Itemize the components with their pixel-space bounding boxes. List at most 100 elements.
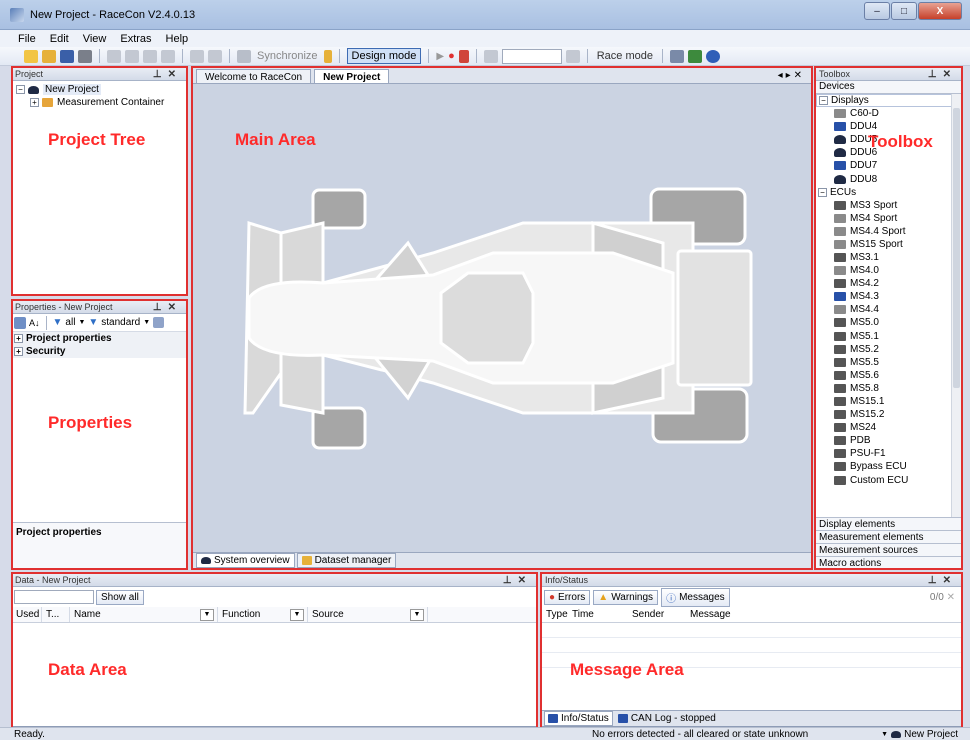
print-icon[interactable]	[78, 49, 92, 63]
toolbox-item[interactable]: MS5.5	[816, 356, 961, 369]
toolbox-item[interactable]: MS4.4	[816, 303, 961, 316]
zoom-in-icon[interactable]	[483, 49, 498, 63]
tab-can-log[interactable]: CAN Log - stopped	[615, 712, 719, 725]
menu-help[interactable]: Help	[166, 33, 189, 45]
expand-icon[interactable]: +	[30, 98, 39, 107]
toolbox-item[interactable]: MS4.2	[816, 277, 961, 290]
status-project-selector[interactable]: ▼ New Project	[881, 729, 958, 740]
synchronize-button[interactable]: Synchronize	[255, 50, 320, 62]
toolbox-devices-tab[interactable]: Devices	[816, 81, 961, 94]
col-type[interactable]: T...	[42, 607, 70, 622]
category-displays[interactable]: − Displays	[816, 94, 961, 107]
show-all-button[interactable]: Show all	[96, 589, 144, 605]
warnings-filter-button[interactable]: ▲ Warnings	[593, 589, 659, 605]
open-folder-icon[interactable]	[42, 49, 56, 63]
paste-icon[interactable]	[143, 49, 157, 63]
toolbox-item[interactable]: C60-D	[816, 107, 961, 120]
category-ecus[interactable]: − ECUs	[816, 186, 961, 199]
menu-extras[interactable]: Extras	[120, 33, 151, 45]
col-source[interactable]: Source ▼	[308, 607, 428, 622]
toolbox-item[interactable]: PSU-F1	[816, 447, 961, 460]
panel-pin-close-icon[interactable]: ⊥✕	[503, 575, 536, 586]
tab-nav-close-icon[interactable]: ◂▸✕	[778, 70, 811, 83]
panel-pin-close-icon[interactable]: ⊥✕	[928, 69, 961, 80]
copy-icon[interactable]	[125, 49, 139, 63]
col-message[interactable]: Message	[686, 607, 806, 622]
col-function[interactable]: Function ▼	[218, 607, 308, 622]
toolbox-item[interactable]: MS5.2	[816, 343, 961, 356]
record-icon[interactable]: ●	[448, 50, 455, 62]
toolbox-item[interactable]: MS24	[816, 421, 961, 434]
filter-dropdown-icon[interactable]: ▼	[290, 608, 304, 621]
format-icon[interactable]	[161, 49, 175, 63]
collapse-icon[interactable]: −	[16, 85, 25, 94]
toolbox-item[interactable]: PDB	[816, 434, 961, 447]
cut-icon[interactable]	[107, 49, 121, 63]
section-security[interactable]: + Security	[12, 345, 186, 358]
col-used[interactable]: Used	[12, 607, 42, 622]
dropdown-icon[interactable]: ▼	[143, 319, 150, 326]
filter-icon[interactable]: ▼	[53, 317, 63, 328]
toolbox-item[interactable]: MS5.0	[816, 316, 961, 329]
toolbox-item[interactable]: MS15.2	[816, 408, 961, 421]
tab-new-project[interactable]: New Project	[314, 69, 390, 83]
toolbox-item[interactable]: MS3 Sport	[816, 199, 961, 212]
toolbox-item[interactable]: MS5.8	[816, 382, 961, 395]
toolbox-item[interactable]: DDU8	[816, 172, 961, 185]
zoom-combo[interactable]	[501, 48, 562, 64]
toolbox-item[interactable]: MS4 Sport	[816, 212, 961, 225]
filter-dropdown-icon[interactable]: ▼	[200, 608, 214, 621]
clear-icon[interactable]: ✕	[947, 592, 955, 603]
report-icon[interactable]	[670, 49, 684, 63]
tab-info-status[interactable]: Info/Status	[544, 711, 613, 726]
toolbox-item[interactable]: Custom ECU	[816, 474, 961, 487]
col-time[interactable]: Time	[568, 607, 628, 622]
errors-filter-button[interactable]: ● Errors	[544, 589, 591, 605]
stop-record-icon[interactable]	[458, 49, 469, 63]
toolbox-item[interactable]: MS5.1	[816, 330, 961, 343]
collapse-icon[interactable]: −	[818, 187, 827, 197]
data-search-input[interactable]	[14, 590, 94, 604]
panel-pin-close-icon[interactable]: ⊥✕	[153, 69, 186, 80]
filter-standard[interactable]: standard	[101, 317, 140, 328]
expand-icon[interactable]: +	[14, 347, 23, 356]
close-button[interactable]: X	[918, 2, 962, 20]
filter-icon[interactable]: ▼	[88, 317, 98, 328]
sort-az-icon[interactable]: A↓	[29, 318, 40, 328]
design-mode-button[interactable]: Design mode	[346, 48, 422, 64]
tab-dataset-manager[interactable]: Dataset manager	[296, 553, 397, 568]
filter-all[interactable]: all	[65, 317, 75, 328]
flag-icon[interactable]	[688, 49, 702, 63]
pages-icon[interactable]	[153, 317, 165, 328]
race-mode-button[interactable]: Race mode	[595, 50, 655, 62]
save-icon[interactable]	[60, 49, 74, 63]
toolbox-scrollbar[interactable]	[951, 94, 961, 517]
panel-pin-close-icon[interactable]: ⊥✕	[928, 575, 961, 586]
col-name[interactable]: Name ▼	[70, 607, 218, 622]
toolbox-item[interactable]: Bypass ECU	[816, 460, 961, 473]
col-type[interactable]: Type	[542, 607, 568, 622]
redo-icon[interactable]	[208, 49, 222, 63]
toolbox-item[interactable]: MS4.0	[816, 264, 961, 277]
expand-icon[interactable]: +	[14, 334, 23, 343]
toolbox-item[interactable]: DDU7	[816, 159, 961, 172]
zoom-out-icon[interactable]	[565, 49, 580, 63]
connect-icon[interactable]	[323, 49, 332, 63]
toolbox-item[interactable]: MS3.1	[816, 251, 961, 264]
toolbox-item[interactable]: MS5.6	[816, 369, 961, 382]
tab-system-overview[interactable]: System overview	[196, 553, 295, 568]
toolbox-item[interactable]: MS15 Sport	[816, 238, 961, 251]
maximize-button[interactable]: □	[891, 2, 917, 20]
undo-icon[interactable]	[190, 49, 204, 63]
help-icon[interactable]	[706, 49, 720, 63]
dropdown-icon[interactable]: ▼	[78, 319, 85, 326]
tree-root[interactable]: − New Project	[16, 83, 182, 96]
new-file-icon[interactable]	[24, 49, 38, 63]
play-icon[interactable]: ▶	[436, 51, 444, 62]
menu-view[interactable]: View	[83, 33, 107, 45]
tab-welcome[interactable]: Welcome to RaceCon	[196, 69, 312, 83]
messages-filter-button[interactable]: ⓘ Messages	[661, 587, 730, 607]
scrollbar-thumb[interactable]	[953, 108, 960, 388]
categorize-icon[interactable]	[14, 316, 26, 329]
section-project-properties[interactable]: + Project properties	[12, 332, 186, 345]
